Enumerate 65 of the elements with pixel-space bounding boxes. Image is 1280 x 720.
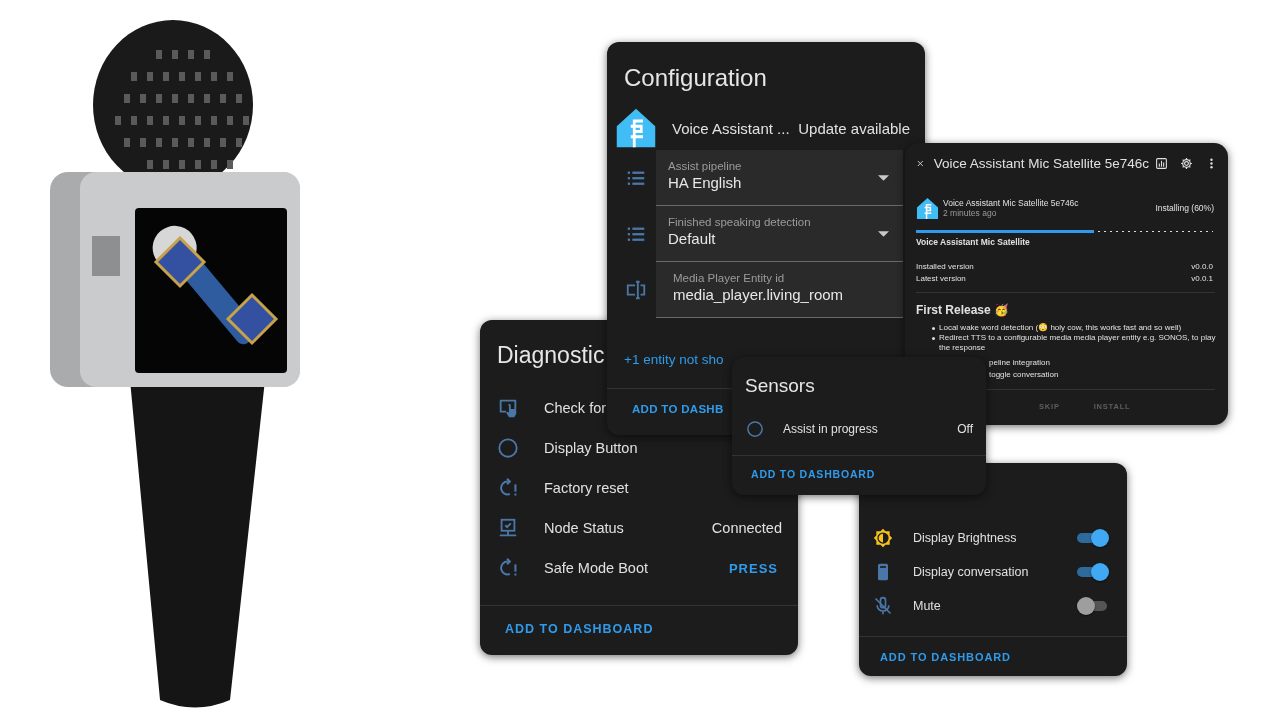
- version-value: v0.0.1: [1191, 273, 1213, 283]
- card-title: Sensors: [745, 375, 815, 398]
- circle-icon: [746, 420, 764, 438]
- device-name: Voice Assistant Mic Satellite 5e746c: [943, 198, 1079, 208]
- device-name: Voice Assistant ...: [672, 119, 790, 137]
- entity-name: Display Brightness: [913, 531, 1017, 545]
- caret-icon: [878, 175, 889, 181]
- release-title: First Release 🥳: [915, 302, 1011, 319]
- add-to-dashboard-button[interactable]: ADD TO DASHBOARD: [880, 651, 1011, 663]
- text-field[interactable]: Media Player Entity id media_player.living_room: [656, 262, 903, 318]
- field-value: media_player.living_room: [673, 286, 844, 303]
- update-status: Update available: [798, 119, 910, 137]
- entity-name: Assist in progress: [783, 422, 878, 436]
- install-status: Installing (60%): [1155, 203, 1214, 213]
- chart-icon[interactable]: [1155, 156, 1168, 170]
- card-title: Configuration: [624, 64, 767, 93]
- release-note: peline integration: [988, 357, 1051, 369]
- release-note: toggle conversation: [988, 369, 1060, 381]
- version-label: Installed version: [916, 261, 974, 271]
- settings-icon[interactable]: [1180, 156, 1193, 170]
- select-field[interactable]: Assist pipeline HA English: [656, 150, 903, 206]
- update-time: 2 minutes ago: [943, 208, 998, 218]
- entity-name: Node Status: [544, 520, 624, 536]
- bullet-icon: [932, 327, 935, 330]
- circle-icon: [497, 437, 519, 459]
- toggle-switch[interactable]: [1077, 596, 1109, 616]
- entity-name: Check for: [544, 400, 607, 416]
- version-label: Latest version: [916, 273, 966, 283]
- dialog-title: Voice Assistant Mic Satellite 5e746c: [933, 155, 1149, 171]
- add-to-dashboard-button[interactable]: ADD TO DASHBOARD: [505, 622, 654, 636]
- hidden-entities-link[interactable]: +1 entity not sho: [624, 352, 724, 367]
- restart-icon: [497, 557, 519, 579]
- add-to-dashboard-button[interactable]: ADD TO DASHBOARD: [751, 468, 876, 480]
- microphone-off-icon: [873, 596, 893, 616]
- entity-name: Mute: [913, 599, 941, 613]
- release-note: Local wake word detection (😳 holy cow, this works fast and so well): [939, 323, 1182, 333]
- entity-state: Off: [957, 422, 973, 436]
- entity-name: Safe Mode Boot: [544, 560, 648, 576]
- field-label: Media Player Entity id: [673, 272, 785, 284]
- add-to-dashboard-button[interactable]: ADD TO DASHB: [632, 403, 724, 415]
- field-value: Default: [668, 230, 716, 247]
- firmware-name: Voice Assistant Mic Satellite: [915, 236, 1031, 249]
- version-value: v0.0.0: [1191, 261, 1213, 271]
- caret-icon: [878, 231, 889, 237]
- entity-name: Factory reset: [544, 480, 629, 496]
- restart-icon: [497, 477, 519, 499]
- monitor-check-icon: [497, 517, 519, 539]
- toggle-switch[interactable]: [1077, 528, 1109, 548]
- field-label: Finished speaking detection: [668, 216, 811, 228]
- press-button[interactable]: PRESS: [728, 558, 778, 578]
- entity-name: Display Button: [544, 440, 638, 456]
- home-logo-icon: [916, 196, 939, 220]
- card-title: Diagnostic: [497, 342, 605, 370]
- field-value: HA English: [668, 174, 742, 191]
- bullet-icon: [932, 337, 935, 340]
- toggle-switch[interactable]: [1077, 562, 1109, 582]
- release-note: Redirect TTS to a configurable media media player entity e.g. SONOS, to play the response: [939, 333, 1216, 353]
- select-field[interactable]: Finished speaking detection Default: [656, 206, 903, 262]
- entity-name: Display conversation: [913, 565, 1029, 579]
- brightness-icon: [873, 528, 893, 548]
- field-label: Assist pipeline: [668, 160, 742, 172]
- touch-screen-icon: [497, 397, 519, 419]
- entity-state: Connected: [711, 520, 782, 536]
- home-logo-icon: [615, 107, 657, 149]
- text-field-icon: [625, 279, 647, 301]
